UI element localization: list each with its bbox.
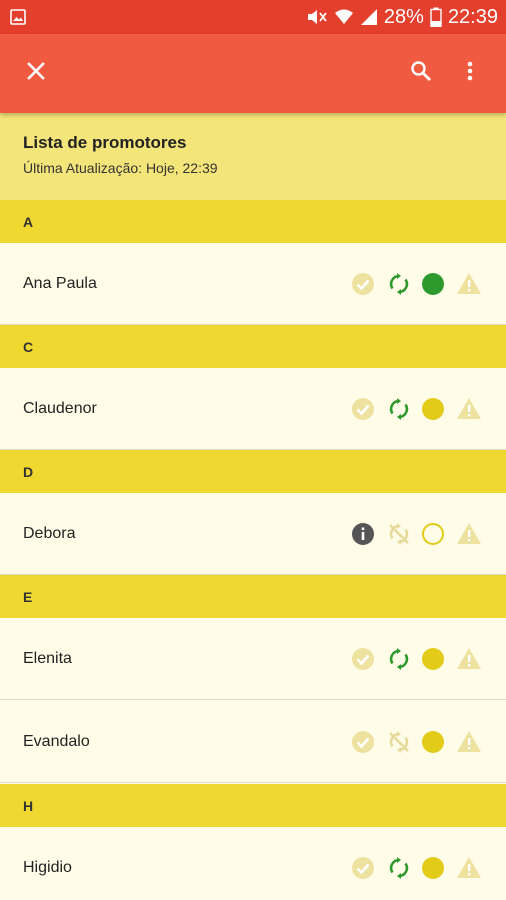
more-options-button[interactable] bbox=[442, 34, 498, 113]
battery-icon bbox=[430, 7, 442, 27]
promoter-name: Ana Paula bbox=[23, 274, 97, 292]
promoter-name: Higidio bbox=[23, 858, 72, 876]
faded-warning-icon bbox=[456, 856, 481, 880]
close-button[interactable] bbox=[8, 34, 64, 113]
section-header: E bbox=[0, 575, 506, 618]
last-update-text: Última Atualização: Hoje, 22:39 bbox=[23, 160, 218, 176]
sync-icon bbox=[387, 397, 411, 421]
yellow-dot-icon bbox=[421, 730, 445, 754]
status-icons bbox=[351, 522, 481, 546]
faded-check-icon bbox=[351, 272, 375, 296]
faded-warning-icon bbox=[456, 522, 481, 546]
section-header: C bbox=[0, 325, 506, 368]
page-title: Lista de promotores bbox=[23, 133, 187, 152]
list-item[interactable]: Elenita bbox=[0, 618, 506, 700]
section-header: D bbox=[0, 450, 506, 493]
close-icon bbox=[27, 62, 45, 85]
faded-check-icon bbox=[351, 647, 375, 671]
info-icon bbox=[351, 522, 375, 546]
faded-check-icon bbox=[351, 730, 375, 754]
green-dot-icon bbox=[421, 272, 445, 296]
status-icons bbox=[351, 272, 481, 296]
signal-icon bbox=[360, 8, 378, 26]
battery-percent: 28% bbox=[383, 5, 424, 28]
yellow-dot-icon bbox=[421, 397, 445, 421]
faded-warning-icon bbox=[456, 272, 481, 296]
section-header: A bbox=[0, 200, 506, 243]
list-item[interactable]: Ana Paula bbox=[0, 243, 506, 325]
status-bar: 28% 22:39 bbox=[0, 0, 506, 34]
list-item[interactable]: Debora bbox=[0, 493, 506, 575]
list-item[interactable]: Higidio bbox=[0, 827, 506, 900]
status-icons bbox=[351, 730, 481, 754]
app-bar bbox=[0, 34, 506, 113]
list-header: Lista de promotores Última Atualização: … bbox=[0, 113, 506, 200]
promoter-name: Claudenor bbox=[23, 399, 97, 417]
sync-disabled-icon bbox=[387, 730, 411, 754]
sync-disabled-icon bbox=[387, 522, 411, 546]
list-item[interactable]: Claudenor bbox=[0, 368, 506, 450]
faded-warning-icon bbox=[456, 647, 481, 671]
yellow-dot-icon bbox=[421, 647, 445, 671]
status-icons bbox=[351, 856, 481, 880]
status-icons bbox=[351, 647, 481, 671]
search-icon bbox=[410, 60, 432, 87]
status-icons bbox=[351, 397, 481, 421]
promoter-name: Evandalo bbox=[23, 732, 90, 750]
sync-icon bbox=[387, 647, 411, 671]
more-vert-icon bbox=[467, 61, 473, 86]
faded-check-icon bbox=[351, 856, 375, 880]
faded-check-icon bbox=[351, 397, 375, 421]
faded-warning-icon bbox=[456, 730, 481, 754]
promoter-name: Debora bbox=[23, 524, 76, 542]
sync-icon bbox=[387, 856, 411, 880]
promoter-name: Elenita bbox=[23, 649, 72, 667]
wifi-icon bbox=[334, 8, 354, 26]
list-item[interactable]: Evandalo bbox=[0, 701, 506, 783]
image-notification-icon bbox=[10, 9, 26, 25]
section-header: H bbox=[0, 784, 506, 827]
search-button[interactable] bbox=[393, 34, 449, 113]
empty-dot-icon bbox=[421, 522, 445, 546]
faded-warning-icon bbox=[456, 397, 481, 421]
yellow-dot-icon bbox=[421, 856, 445, 880]
sync-icon bbox=[387, 272, 411, 296]
clock: 22:39 bbox=[447, 5, 498, 28]
mute-icon bbox=[306, 7, 328, 27]
